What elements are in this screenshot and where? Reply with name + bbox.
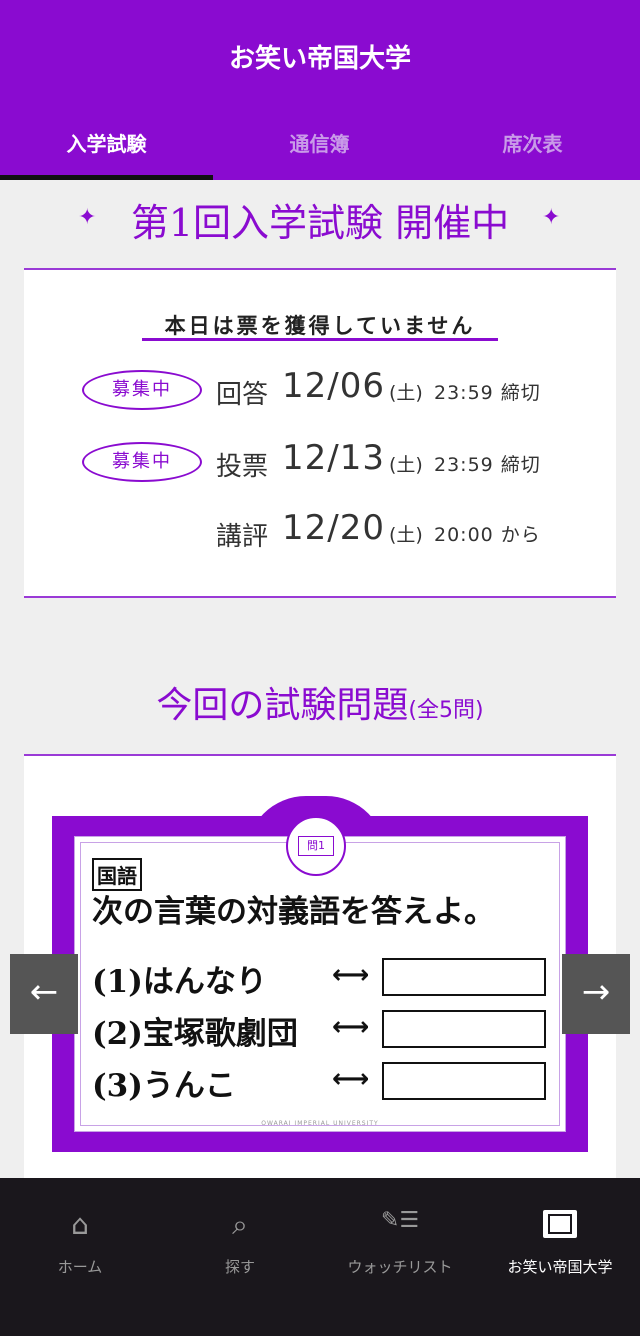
nav-item-search[interactable]: ⌕ 探す bbox=[160, 1178, 320, 1336]
question-item: (3)うんこ ⟷ bbox=[92, 1060, 572, 1104]
schedule-row-answer: 募集中 回答 12/06 (土) 23:59 締切 bbox=[24, 366, 616, 412]
questions-title-text: 今回の試験問題 bbox=[156, 685, 409, 726]
double-arrow-icon: ⟷ bbox=[332, 1012, 370, 1042]
tab-entrance-exam[interactable]: 入学試験 bbox=[0, 110, 213, 180]
questions-section-title: 今回の試験問題(全5問) bbox=[0, 676, 640, 728]
tab-report-card[interactable]: 通信簿 bbox=[213, 110, 426, 180]
schedule-card: 本日は票を獲得していません 募集中 回答 12/06 (土) 23:59 締切 … bbox=[24, 268, 616, 598]
phase-time: 20:00 から bbox=[434, 524, 541, 546]
question-item-text: (2)宝塚歌劇団 bbox=[92, 1016, 298, 1052]
nav-label: 探す bbox=[224, 1258, 255, 1276]
university-icon-inner bbox=[548, 1214, 572, 1234]
double-arrow-icon: ⟷ bbox=[332, 1064, 370, 1094]
answer-box bbox=[382, 1010, 546, 1048]
question-item: (1)はんなり ⟷ bbox=[92, 956, 572, 1000]
answer-box bbox=[382, 1062, 546, 1100]
watchlist-icon: ✎☰ bbox=[380, 1208, 420, 1233]
tab-seating-chart[interactable]: 席次表 bbox=[426, 110, 639, 180]
question-item-text: (1)はんなり bbox=[92, 964, 267, 1000]
phase-date: 12/20 bbox=[282, 508, 385, 548]
schedule-row-vote: 募集中 投票 12/13 (土) 23:59 締切 bbox=[24, 438, 616, 484]
question-prompt: 次の言葉の対義語を答えよ。 bbox=[92, 894, 495, 930]
card-footer-text: OWARAI IMPERIAL UNIVERSITY bbox=[261, 1120, 379, 1127]
nav-label: お笑い帝国大学 bbox=[507, 1258, 613, 1276]
questions-count: (全5問) bbox=[408, 698, 484, 723]
nav-label: ホーム bbox=[57, 1258, 103, 1276]
nav-item-home[interactable]: ⌂ ホーム bbox=[0, 1178, 160, 1336]
app-title: お笑い帝国大学 bbox=[228, 44, 411, 74]
status-badge: 募集中 bbox=[82, 370, 202, 410]
schedule-row-review: 講評 12/20 (土) 20:00 から bbox=[24, 508, 616, 554]
sparkle-icon: ✦ bbox=[542, 205, 561, 230]
phase-label: 回答 bbox=[216, 380, 269, 410]
phase-date: 12/06 bbox=[282, 366, 385, 406]
nav-item-university[interactable]: お笑い帝国大学 bbox=[480, 1178, 640, 1336]
tab-bar: 入学試験 通信簿 席次表 bbox=[0, 110, 640, 180]
question-card[interactable]: 問1 国語 次の言葉の対義語を答えよ。 (1)はんなり ⟷ (2)宝塚歌劇団 ⟷… bbox=[24, 756, 616, 1180]
university-icon bbox=[543, 1210, 577, 1238]
phase-day: (土) bbox=[389, 454, 423, 476]
nav-item-watchlist[interactable]: ✎☰ ウォッチリスト bbox=[320, 1178, 480, 1336]
answer-box bbox=[382, 958, 546, 996]
phase-label: 講評 bbox=[216, 522, 269, 552]
double-arrow-icon: ⟷ bbox=[332, 960, 370, 990]
status-badge: 募集中 bbox=[82, 442, 202, 482]
nav-label: ウォッチリスト bbox=[347, 1258, 453, 1276]
carousel-next-button[interactable]: → bbox=[562, 954, 630, 1034]
bottom-navigation: ⌂ ホーム ⌕ 探す ✎☰ ウォッチリスト お笑い帝国大学 bbox=[0, 1178, 640, 1336]
phase-time: 23:59 締切 bbox=[434, 382, 541, 404]
question-number-label: 問1 bbox=[298, 836, 334, 856]
phase-day: (土) bbox=[389, 524, 423, 546]
ticket-status: 本日は票を獲得していません bbox=[164, 314, 476, 338]
active-tab-indicator bbox=[0, 175, 213, 180]
phase-label: 投票 bbox=[216, 452, 269, 482]
question-item-text: (3)うんこ bbox=[92, 1068, 236, 1104]
question-item: (2)宝塚歌劇団 ⟷ bbox=[92, 1008, 572, 1052]
phase-time: 23:59 締切 bbox=[434, 454, 541, 476]
search-icon: ⌕ bbox=[232, 1208, 248, 1241]
app-header: お笑い帝国大学 入学試験 通信簿 席次表 bbox=[0, 0, 640, 180]
carousel-prev-button[interactable]: ← bbox=[10, 954, 78, 1034]
ticket-status-underline bbox=[142, 338, 498, 341]
university-emblem: 問1 bbox=[286, 816, 346, 876]
home-icon: ⌂ bbox=[71, 1208, 89, 1241]
phase-date: 12/13 bbox=[282, 438, 385, 478]
phase-day: (土) bbox=[389, 382, 423, 404]
